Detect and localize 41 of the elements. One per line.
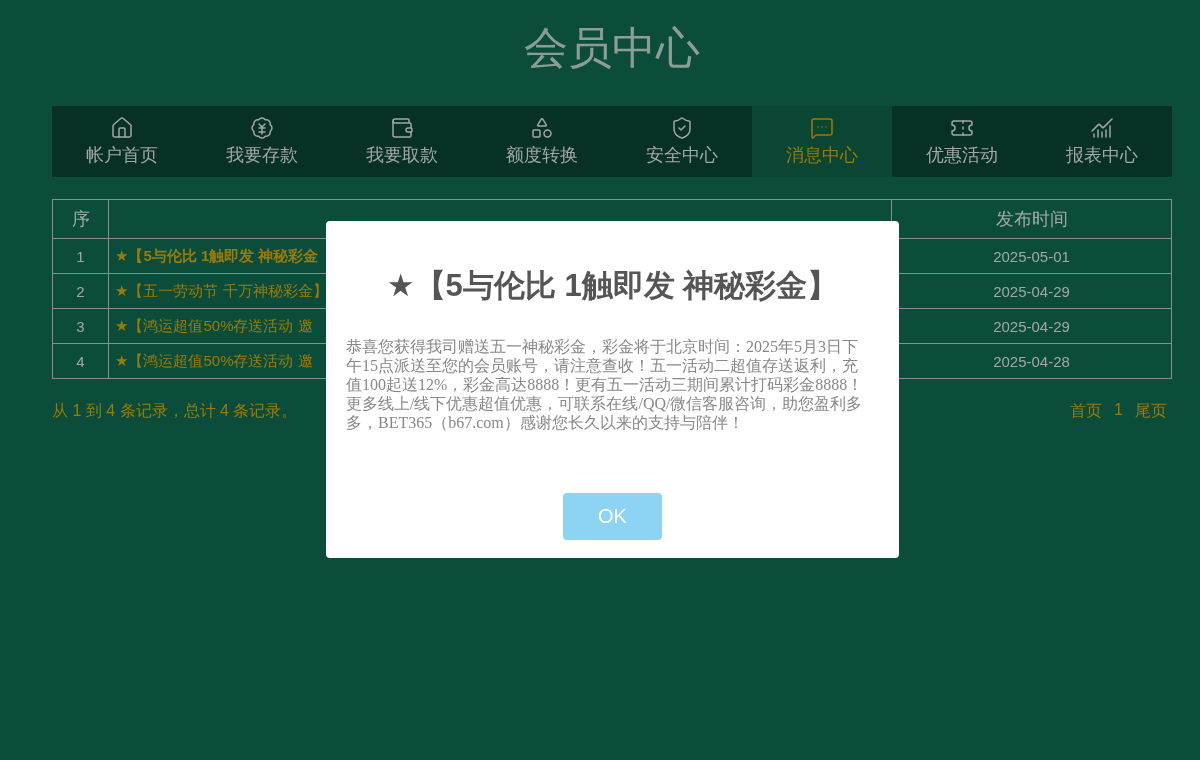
nav-label: 额度转换 [506,144,578,167]
nav-tab[interactable]: 安全中心 [612,106,752,177]
message-link[interactable]: ★【五一劳动节 千万神秘彩金】 [115,281,328,299]
record-summary: 从 1 到 4 条记录，总计 4 条记录。 [52,401,298,421]
yen-icon [250,116,274,140]
page-title: 会员中心 [523,22,701,74]
page-number[interactable]: 1 [1114,401,1123,422]
nav-label: 报表中心 [1066,144,1138,167]
nav-tab[interactable]: 我要存款 [192,106,332,177]
dialog-message: 恭喜您获得我司赠送五一神秘彩金，彩金将于北京时间：2025年5月3日下午15点派送至您的会员账号，请注意查收！五一活动二超值存送返利，充值100起送12%，彩金高达8888！更有五一活动三期间累计打码彩金8888！更多线上/线下优惠超值优惠，可联系在线/QQ/微信客服咨询，助您盈利多多，BET365（b67.com）感谢您长久以来的支持与陪伴！ [346,337,865,432]
nav-tab[interactable]: 消息中心 [752,106,892,177]
dialog-title: ★【5与伦比 1触即发 神秘彩金】 [386,267,839,305]
nav-tab[interactable]: 报表中心 [1032,106,1172,177]
table-cell: 4 [52,343,109,379]
table-cell: 1 [52,238,109,274]
column-header: 发布时间 [891,199,1172,239]
last-page-link[interactable]: 尾页 [1135,401,1167,422]
nav-tab[interactable]: 帐户首页 [52,106,192,177]
nav-label: 我要取款 [366,144,438,167]
nav-label: 安全中心 [646,144,718,167]
shield-check-icon [670,116,694,140]
wallet-icon [390,116,414,140]
chat-icon [810,116,834,140]
column-header: 序 [52,199,109,239]
nav-tab[interactable]: 优惠活动 [892,106,1032,177]
nav-tab[interactable]: 我要取款 [332,106,472,177]
nav-label: 优惠活动 [926,144,998,167]
nav-label: 消息中心 [786,144,858,167]
first-page-link[interactable]: 首页 [1070,401,1103,422]
table-cell: 2 [52,273,109,309]
table-cell: 3 [52,308,109,344]
ok-button[interactable]: OK [563,493,662,540]
nav-tab[interactable]: 额度转换 [472,106,612,177]
nav-label: 我要存款 [226,144,298,167]
message-link[interactable]: ★【鸿运超值50%存送活动 邀 [115,351,313,369]
chart-icon [1090,116,1114,140]
shapes-icon [530,116,554,140]
message-link[interactable]: ★【5与伦比 1触即发 神秘彩金 [115,246,319,264]
nav-label: 帐户首页 [86,144,158,167]
message-link[interactable]: ★【鸿运超值50%存送活动 邀 [115,316,313,334]
home-icon [110,116,134,140]
